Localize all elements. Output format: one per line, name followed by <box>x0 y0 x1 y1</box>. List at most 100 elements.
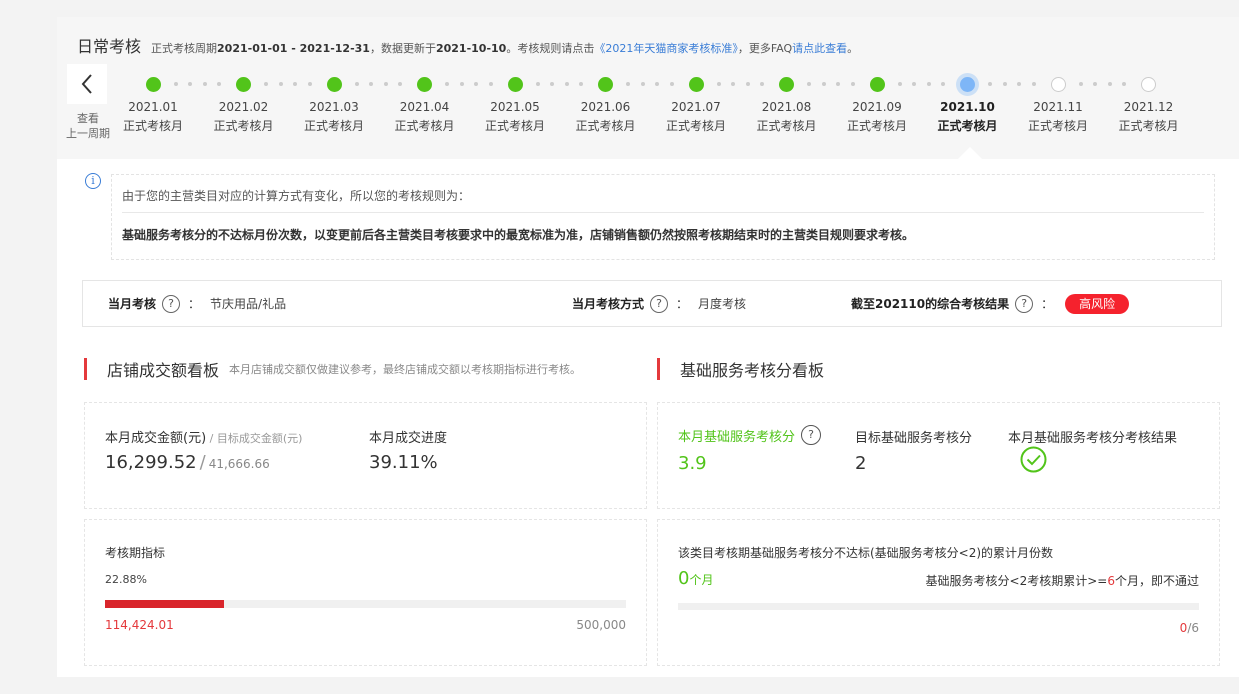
info-icon: i <box>85 173 101 189</box>
fail-counter: 0/6 <box>1179 621 1199 635</box>
timeline-connector-dot <box>716 82 721 86</box>
timeline-connector-dot <box>564 82 569 86</box>
amount-value: 16,299.52/41,666.66 <box>105 452 270 473</box>
timeline-connector-dot <box>264 82 268 86</box>
amount-label: 本月成交金额(元) / 目标成交金额(元) <box>105 431 303 446</box>
help-icon[interactable]: ? <box>650 294 669 313</box>
timeline-connector-dot <box>836 82 840 86</box>
timeline-connector-dot <box>579 82 583 86</box>
timeline-month-2021.09[interactable]: 2021.09 正式考核月 <box>837 98 917 136</box>
period-target: 500,000 <box>576 618 626 632</box>
timeline-connector-dot <box>293 82 297 86</box>
title-row: 日常考核 正式考核周期2021-01-01 - 2021-12-31，数据更新于… <box>77 33 858 56</box>
overall-result: 截至202110的综合考核结果 ? ： 高风险 <box>851 281 1130 326</box>
timeline-dot[interactable] <box>779 76 794 92</box>
timeline-connector-dot <box>626 82 630 86</box>
timeline-connector-dot <box>1093 82 1097 86</box>
timeline-month-2021.10[interactable]: 2021.10 正式考核月 <box>928 98 1008 136</box>
rules-link[interactable]: 《2021年天猫商家考核标准》 <box>594 42 738 55</box>
timeline-dot[interactable] <box>1141 76 1156 92</box>
timeline-connector-dot <box>850 82 855 86</box>
timeline-date: 2021.06 <box>580 100 631 114</box>
divider <box>122 212 1204 213</box>
timeline-dot[interactable] <box>869 76 885 92</box>
timeline-connector-dot <box>307 82 312 86</box>
timeline-dot[interactable] <box>598 76 613 92</box>
timeline-month-2021.05[interactable]: 2021.05 正式考核月 <box>475 98 555 136</box>
notice-intro: 由于您的主营类目对应的计算方式有变化，所以您的考核规则为： <box>122 189 471 203</box>
timeline-label: 正式考核月 <box>846 119 907 133</box>
timeline-month-2021.02[interactable]: 2021.02 正式考核月 <box>204 98 284 136</box>
period-label: 考核期指标 <box>105 546 166 560</box>
timeline-month-2021.04[interactable]: 2021.04 正式考核月 <box>385 98 465 136</box>
help-icon[interactable]: ? <box>162 294 181 313</box>
timeline-connector-dot <box>926 82 931 86</box>
sales-period-card: 考核期指标 22.88% 114,424.01 500,000 <box>84 519 647 666</box>
fail-rule: 基础服务考核分<2考核期累计>=6个月，即不通过 <box>925 574 1199 588</box>
assessment-method-value: 月度考核 <box>698 297 747 311</box>
timeline-label: 正式考核月 <box>575 119 636 133</box>
timeline-month-2021.07[interactable]: 2021.07 正式考核月 <box>656 98 736 136</box>
timeline-dot[interactable] <box>417 76 432 92</box>
timeline-label: 正式考核月 <box>1118 119 1179 133</box>
current-month-caret <box>958 147 982 159</box>
timeline-connector-dot <box>1031 82 1036 86</box>
timeline-connector-dot <box>188 82 192 86</box>
period-percent: 22.88% <box>105 573 147 586</box>
timeline-connector-dot <box>1002 82 1007 86</box>
score-label: 本月基础服务考核分 ? <box>678 425 822 445</box>
timeline-month-2021.03[interactable]: 2021.03 正式考核月 <box>294 98 374 136</box>
timeline-month-2021.11[interactable]: 2021.11 正式考核月 <box>1018 98 1098 136</box>
timeline-connector-dot <box>821 82 826 86</box>
timeline-month-2021.01[interactable]: 2021.01 正式考核月 <box>113 98 193 136</box>
timeline-dot[interactable] <box>507 76 523 92</box>
timeline-dot[interactable] <box>145 76 161 92</box>
timeline-dot[interactable] <box>1050 76 1066 92</box>
timeline-month-2021.12[interactable]: 2021.12 正式考核月 <box>1109 98 1189 136</box>
timeline-date: 2021.03 <box>309 100 359 114</box>
top-band: 日常考核 正式考核周期2021-01-01 - 2021-12-31，数据更新于… <box>57 17 1239 159</box>
target-score-label: 目标基础服务考核分 <box>855 431 973 446</box>
timeline-connector-dot <box>398 82 402 86</box>
timeline-connector-dot <box>655 82 659 86</box>
timeline-date: 2021.08 <box>761 100 812 114</box>
timeline-connector-dot <box>1107 82 1112 86</box>
month-category-value: 节庆用品/礼品 <box>210 297 287 311</box>
timeline-dot[interactable] <box>236 76 251 92</box>
notice-rule: 基础服务考核分的不达标月份次数，以变更前后各主营类目考核要求中的最宽标准为准，店… <box>122 228 915 242</box>
timeline-date: 2021.04 <box>399 100 450 114</box>
timeline-label: 正式考核月 <box>665 119 726 133</box>
timeline-connector-dot <box>217 82 221 86</box>
timeline-month-2021.08[interactable]: 2021.08 正式考核月 <box>747 98 827 136</box>
section-title: 店铺成交额看板 <box>107 361 220 380</box>
section-note: 本月店铺成交额仅做建议参考，最终店铺成交额以考核期指标进行考核。 <box>229 363 582 376</box>
timeline-connector-dot <box>369 82 373 86</box>
timeline-dot[interactable] <box>960 76 975 92</box>
faq-link[interactable]: 请点此查看 <box>792 42 847 55</box>
section-title: 基础服务考核分看板 <box>680 361 825 380</box>
timeline-connector-dot <box>488 82 493 86</box>
timeline-date: 2021.12 <box>1123 100 1174 114</box>
timeline-connector-dot <box>202 82 207 86</box>
prev-period-label[interactable]: 查看 上一周期 <box>57 111 119 141</box>
period-progress-bar <box>105 600 626 608</box>
timeline-connector-dot <box>1017 82 1021 86</box>
assessment-method: 当月考核方式 ? ： 月度考核 <box>572 294 747 313</box>
timeline-dot[interactable] <box>326 76 342 92</box>
timeline-date: 2021.05 <box>490 100 540 114</box>
timeline-connector-dot <box>912 82 916 86</box>
timeline-connector-dot <box>445 82 449 86</box>
timeline-dot[interactable] <box>688 76 704 92</box>
help-icon[interactable]: ? <box>801 425 822 445</box>
check-circle-icon <box>1020 446 1047 473</box>
timeline-connector-dot <box>474 82 478 86</box>
prev-period-button[interactable] <box>67 64 107 104</box>
timeline-month-2021.06[interactable]: 2021.06 正式考核月 <box>566 98 646 136</box>
timeline-connector-dot <box>745 82 750 86</box>
timeline-date: 2021.09 <box>852 100 902 114</box>
timeline-connector-dot <box>173 82 178 86</box>
help-icon[interactable]: ? <box>1015 294 1034 313</box>
page-container: 日常考核 正式考核周期2021-01-01 - 2021-12-31，数据更新于… <box>57 17 1239 677</box>
timeline-date: 2021.10 <box>940 100 995 114</box>
timeline-connector-dot <box>1078 82 1083 86</box>
